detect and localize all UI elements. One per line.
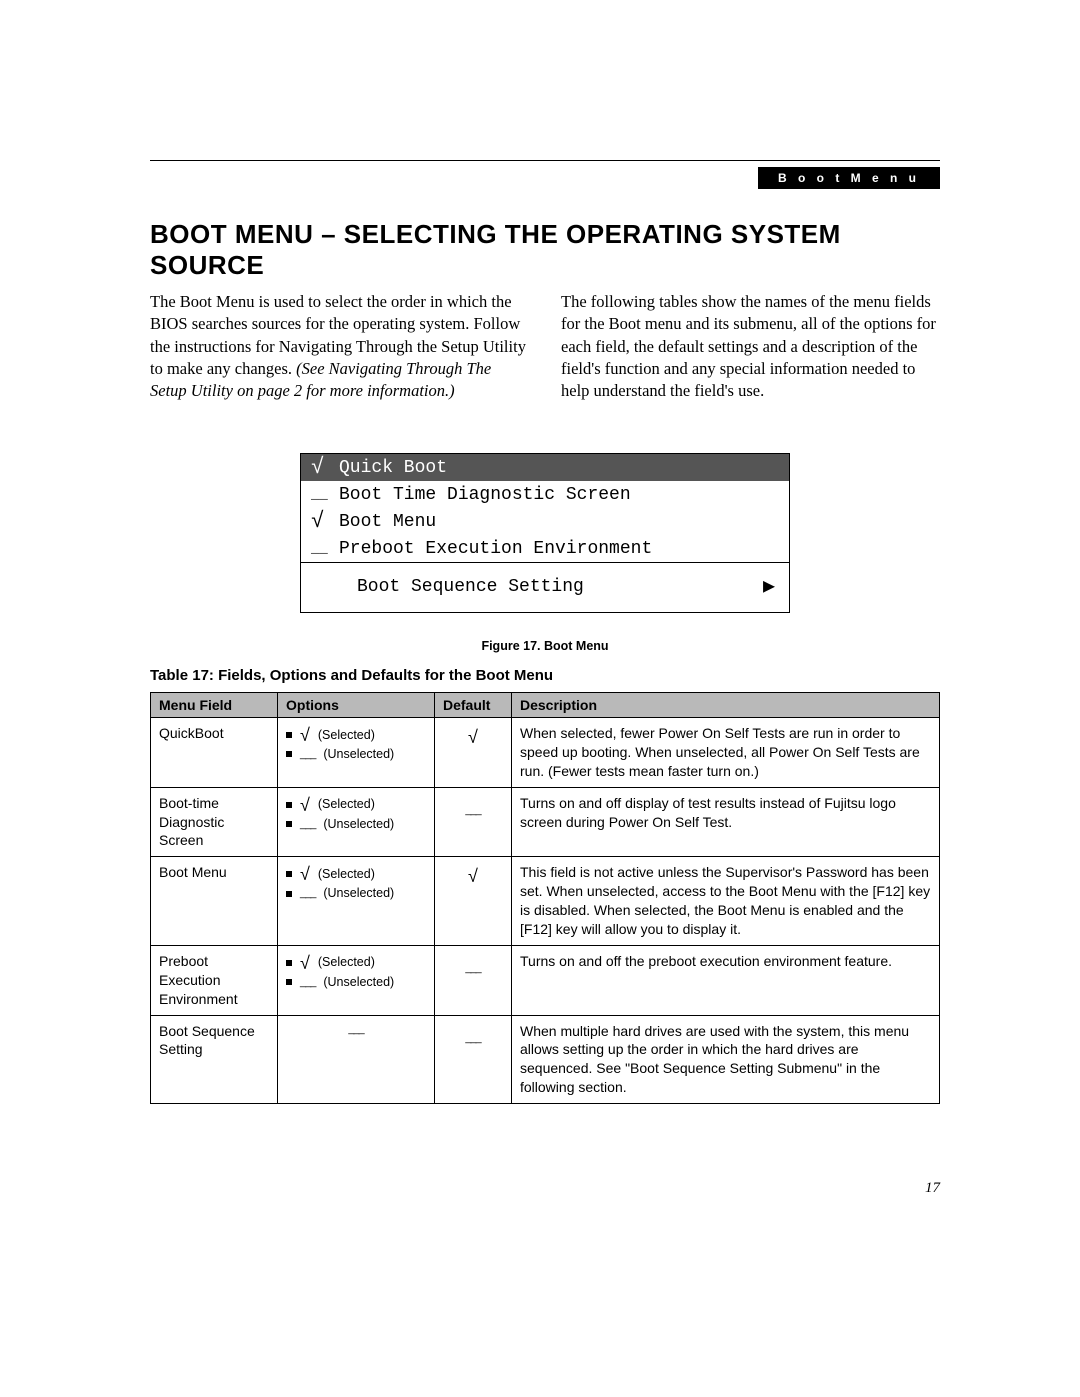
check-icon: √ <box>300 954 310 972</box>
bullet-icon <box>286 802 292 808</box>
cell-description: When multiple hard drives are used with … <box>512 1015 940 1104</box>
underline-icon: ___ <box>300 747 315 762</box>
table-row: Boot-time Diagnostic Screen√(Selected)__… <box>151 787 940 857</box>
arrow-right-icon: ▶ <box>763 573 775 602</box>
dash-icon: ___ <box>465 804 480 816</box>
table-header: Menu Field <box>151 692 278 717</box>
bullet-icon <box>286 732 292 738</box>
check-icon: √ <box>468 866 478 886</box>
bullet-icon <box>286 821 292 827</box>
bios-screenshot: √Quick Boot__Boot Time Diagnostic Screen… <box>300 453 790 613</box>
check-icon: √ <box>300 796 310 814</box>
intro-columns: The Boot Menu is used to select the orde… <box>150 291 940 425</box>
option-selected-label: (Selected) <box>318 727 375 744</box>
bios-row: √Boot Menu <box>301 508 789 535</box>
cell-options: √ (Selected)___ (Unselected) <box>278 787 435 857</box>
bios-row-label: Quick Boot <box>339 455 447 481</box>
table-header: Default <box>435 692 512 717</box>
option-unselected-label: (Unselected) <box>323 816 394 833</box>
table-row: QuickBoot √ (Selected)___ (Unselected) √ When… <box>151 717 940 787</box>
bios-row-label: Boot Time Diagnostic Screen <box>339 482 631 508</box>
option-selected-label: (Selected) <box>318 796 375 813</box>
cell-default: √ <box>435 717 512 787</box>
cell-options: √ (Selected)___ (Unselected) <box>278 857 435 946</box>
cell-description: Turns on and off the preboot execution e… <box>512 945 940 1015</box>
bios-row-label: Preboot Execution Environment <box>339 536 652 562</box>
option-unselected-label: (Unselected) <box>323 746 394 763</box>
intro-col2: The following tables show the names of t… <box>561 292 936 400</box>
cell-menu-field: Boot Sequence Setting <box>151 1015 278 1104</box>
page-title: BOOT MENU – SELECTING THE OPERATING SYST… <box>150 219 940 281</box>
option-unselected-label: (Unselected) <box>323 885 394 902</box>
dash-icon: ___ <box>465 1032 480 1044</box>
cell-description: Turns on and off display of test results… <box>512 787 940 857</box>
cell-options: ___ <box>278 1015 435 1104</box>
bios-row: __Boot Time Diagnostic Screen <box>301 481 789 508</box>
bios-row-label: Boot Menu <box>339 509 436 535</box>
cell-options: √ (Selected)___ (Unselected) <box>278 717 435 787</box>
cell-menu-field: QuickBoot <box>151 717 278 787</box>
cell-menu-field: Boot Menu <box>151 857 278 946</box>
table-header: Options <box>278 692 435 717</box>
bios-subrow: Boot Sequence Setting ▶ <box>301 562 789 612</box>
table-row: Boot Menu √ (Selected)___ (Unselected) √ This… <box>151 857 940 946</box>
check-icon: √ <box>300 865 310 883</box>
cell-default: ___ <box>435 787 512 857</box>
check-icon: √ <box>311 511 339 533</box>
boot-menu-table: Menu FieldOptionsDefaultDescription Quic… <box>150 692 940 1104</box>
cell-menu-field: Boot-time Diagnostic Screen <box>151 787 278 857</box>
table-title: Table 17: Fields, Options and Defaults f… <box>150 667 940 684</box>
option-selected-label: (Selected) <box>318 866 375 883</box>
check-icon: √ <box>311 457 339 479</box>
dash-icon: ___ <box>465 962 480 974</box>
underline-icon: __ <box>311 488 339 502</box>
cell-menu-field: Preboot Execution Environment <box>151 945 278 1015</box>
page-number: 17 <box>925 1180 940 1197</box>
underline-icon: ___ <box>300 817 315 832</box>
bios-sub-label: Boot Sequence Setting <box>357 574 584 600</box>
cell-description: This field is not active unless the Supe… <box>512 857 940 946</box>
bios-row: __Preboot Execution Environment <box>301 535 789 562</box>
bullet-icon <box>286 891 292 897</box>
bullet-icon <box>286 751 292 757</box>
check-icon: √ <box>468 727 478 747</box>
check-icon: √ <box>300 726 310 744</box>
dash-icon: ___ <box>286 1022 426 1037</box>
cell-options: √ (Selected)___ (Unselected) <box>278 945 435 1015</box>
bullet-icon <box>286 960 292 966</box>
bullet-icon <box>286 871 292 877</box>
bullet-icon <box>286 979 292 985</box>
section-chip: B o o t M e n u <box>758 167 940 189</box>
table-header: Description <box>512 692 940 717</box>
bios-row: √Quick Boot <box>301 454 789 481</box>
cell-default: ___ <box>435 945 512 1015</box>
underline-icon: ___ <box>300 975 315 990</box>
underline-icon: ___ <box>300 886 315 901</box>
option-unselected-label: (Unselected) <box>323 974 394 991</box>
figure-caption: Figure 17. Boot Menu <box>150 639 940 653</box>
cell-default: ___ <box>435 1015 512 1104</box>
cell-default: √ <box>435 857 512 946</box>
table-row: Preboot Execution Environment √ (Selected)… <box>151 945 940 1015</box>
underline-icon: __ <box>311 542 339 556</box>
table-row: Boot Sequence Setting ___ ___ When multiple… <box>151 1015 940 1104</box>
cell-description: When selected, fewer Power On Self Tests… <box>512 717 940 787</box>
option-selected-label: (Selected) <box>318 954 375 971</box>
header-rule <box>150 160 940 161</box>
